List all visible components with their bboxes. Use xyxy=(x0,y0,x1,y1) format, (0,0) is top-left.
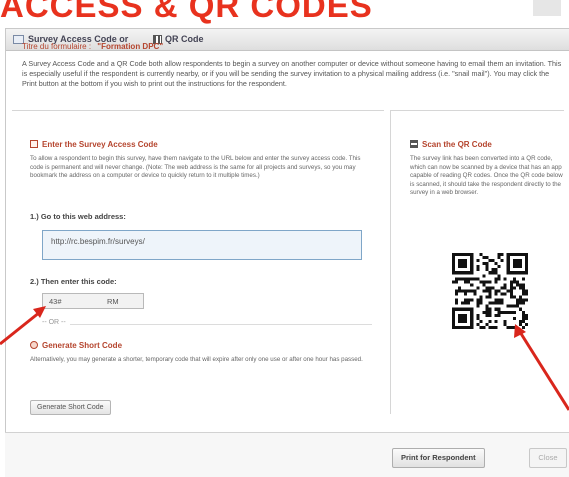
step1-label: 1.) Go to this web address: xyxy=(30,212,126,221)
access-code-left: 43# xyxy=(49,297,62,306)
qr-icon xyxy=(410,140,418,148)
web-address-value: http://rc.bespim.fr/surveys/ xyxy=(51,237,145,246)
access-code-field[interactable]: 43# RM xyxy=(42,293,144,309)
short-code-description: Alternatively, you may generate a shorte… xyxy=(30,356,363,363)
banner-corner-decoration xyxy=(533,0,561,16)
dialog-title-part2: QR Code xyxy=(165,34,204,44)
close-button[interactable]: Close xyxy=(529,448,567,468)
generate-short-code-button[interactable]: Generate Short Code xyxy=(30,400,111,415)
access-code-right: RM xyxy=(107,297,119,306)
survey-title-label: Titre du formulaire : xyxy=(22,42,92,51)
access-code-description: To allow a respondent to begin this surv… xyxy=(30,155,361,179)
or-text: -- OR -- xyxy=(42,319,70,326)
generate-icon xyxy=(30,341,38,349)
print-for-respondent-button[interactable]: Print for Respondent xyxy=(392,448,485,468)
short-code-heading: Generate Short Code xyxy=(30,341,122,350)
step2-label: 2.) Then enter this code: xyxy=(30,277,117,286)
qr-description: The survey link has been converted into … xyxy=(410,155,563,196)
short-code-heading-label: Generate Short Code xyxy=(42,341,123,350)
qr-heading-label: Scan the QR Code xyxy=(422,140,492,149)
web-address-field[interactable]: http://rc.bespim.fr/surveys/ xyxy=(42,230,362,260)
banner: ACCESS & QR CODES xyxy=(0,0,569,28)
code-icon xyxy=(30,140,38,148)
banner-title: ACCESS & QR CODES xyxy=(0,0,373,24)
survey-title-row: Titre du formulaire : "Formation DPC" xyxy=(22,42,163,51)
or-divider xyxy=(42,324,372,325)
intro-text: A Survey Access Code and a QR Code both … xyxy=(22,59,562,88)
access-code-heading-label: Enter the Survey Access Code xyxy=(42,140,158,149)
survey-title-value: "Formation DPC" xyxy=(97,42,164,51)
qr-code-image xyxy=(452,253,528,329)
access-code-heading: Enter the Survey Access Code xyxy=(30,140,158,149)
qr-heading: Scan the QR Code xyxy=(410,140,492,149)
